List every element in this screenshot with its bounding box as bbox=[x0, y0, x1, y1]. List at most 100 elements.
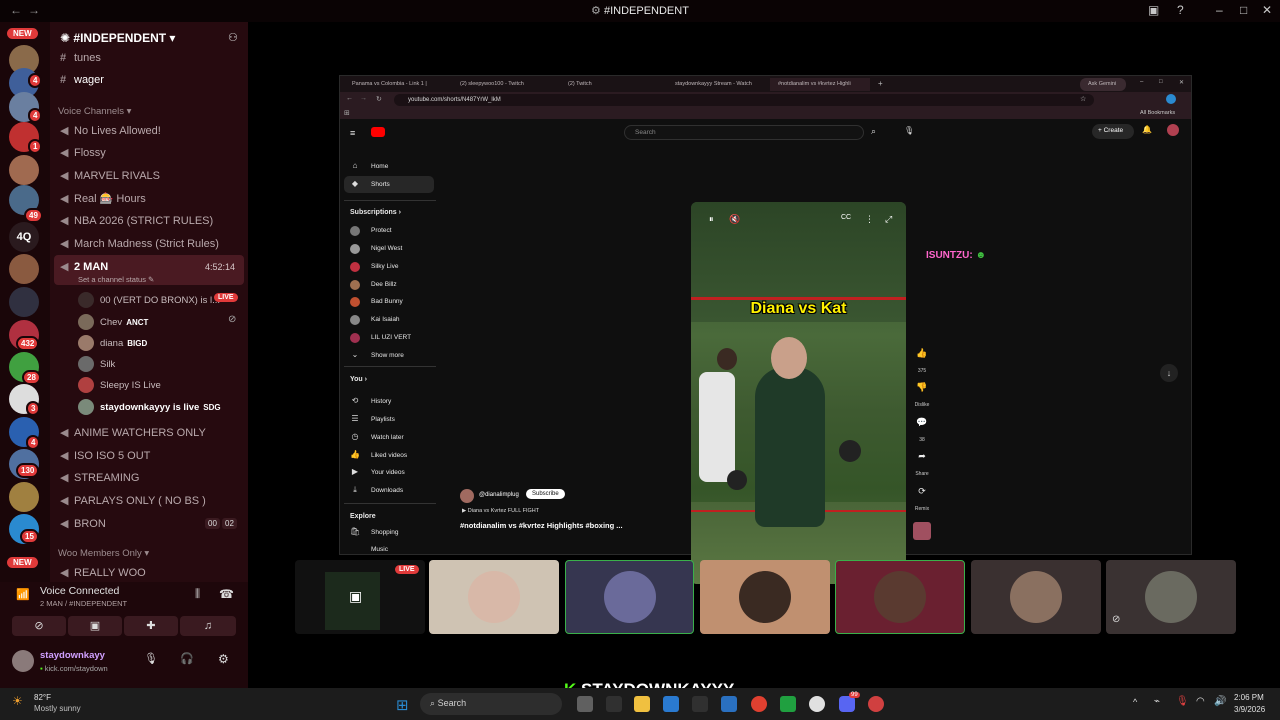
you-item[interactable]: History bbox=[371, 398, 391, 405]
subscription-item[interactable]: Kai Isaiah bbox=[371, 316, 400, 323]
noise-suppression-icon[interactable]: ⫼ bbox=[195, 588, 200, 601]
browser-tab[interactable]: (2) sleepywoo100 - Twitch bbox=[452, 78, 557, 91]
menu-icon[interactable]: ≡ bbox=[350, 128, 355, 138]
weather-temp[interactable]: 82°F bbox=[34, 693, 51, 702]
server-icon[interactable] bbox=[9, 482, 39, 512]
voice-channels-section[interactable]: Voice Channels ▾ bbox=[58, 106, 131, 117]
you-header[interactable]: You › bbox=[350, 376, 367, 383]
discord-icon[interactable] bbox=[839, 696, 855, 712]
app-icon[interactable] bbox=[780, 696, 796, 712]
voice-member[interactable]: 00 (VERT DO BRONX) is l... bbox=[78, 292, 220, 308]
chrome-icon[interactable] bbox=[751, 696, 767, 712]
voice-channel-active[interactable]: ◀ 2 MAN bbox=[60, 260, 108, 273]
search-input[interactable]: Search bbox=[624, 125, 864, 140]
close-icon[interactable]: ✕ bbox=[1262, 3, 1272, 17]
close-icon[interactable]: ✕ bbox=[1179, 79, 1184, 86]
maximize-icon[interactable]: □ bbox=[1159, 79, 1163, 85]
search-icon[interactable]: ⌕ bbox=[871, 126, 876, 137]
search-box[interactable]: ⌕ Search bbox=[420, 693, 562, 715]
mute-icon[interactable]: 🔇 bbox=[729, 214, 740, 225]
new-tab-icon[interactable]: + bbox=[878, 79, 883, 88]
profile-avatar[interactable] bbox=[1167, 124, 1179, 136]
channel-status[interactable]: Set a channel status ✎ bbox=[78, 275, 154, 284]
voice-channel-path[interactable]: 2 MAN / #INDEPENDENT bbox=[40, 599, 127, 608]
subscription-item[interactable]: Bad Bunny bbox=[371, 298, 403, 305]
voice-member[interactable]: Sleepy IS Live bbox=[78, 377, 161, 393]
app-icon[interactable] bbox=[721, 696, 737, 712]
voice-channel[interactable]: ◀ STREAMING bbox=[60, 471, 139, 484]
file-explorer-icon[interactable] bbox=[634, 696, 650, 712]
wifi-icon[interactable]: ◠ bbox=[1196, 696, 1205, 707]
server-icon[interactable] bbox=[9, 254, 39, 284]
voice-channel[interactable]: ◀ Real 🎰 Hours bbox=[60, 192, 146, 205]
channel-wager[interactable]: # wager bbox=[60, 74, 104, 86]
back-icon[interactable]: ← bbox=[346, 95, 353, 102]
server-header[interactable]: ✺ #INDEPENDENT ▾ bbox=[60, 31, 175, 45]
subscription-item[interactable]: Protect bbox=[371, 227, 392, 234]
disconnect-icon[interactable]: ☎ bbox=[219, 587, 234, 601]
create-button[interactable]: + Create bbox=[1092, 124, 1134, 139]
username[interactable]: staydownkayy bbox=[40, 650, 105, 661]
you-item[interactable]: Your videos bbox=[371, 469, 405, 476]
subscription-item[interactable]: LIL UZI VERT bbox=[371, 334, 411, 341]
more-options-icon[interactable]: ⋮ bbox=[865, 214, 874, 225]
clock-date[interactable]: 3/9/2026 bbox=[1234, 705, 1265, 714]
subscribe-button[interactable]: Subscribe bbox=[526, 489, 565, 499]
voice-member[interactable]: diana BIGD bbox=[78, 335, 147, 351]
apps-icon[interactable]: ⊞ bbox=[344, 109, 350, 117]
server-icon[interactable]: 4Q bbox=[9, 222, 39, 252]
browser-tab-active[interactable]: #notdianalim vs #kvrtez Highli bbox=[770, 78, 870, 91]
profile-avatar[interactable] bbox=[1166, 94, 1176, 104]
explore-item[interactable]: Shopping bbox=[371, 529, 398, 536]
microphone-icon[interactable]: 🎙 bbox=[904, 126, 914, 135]
webcam-tile-speaking[interactable] bbox=[565, 560, 694, 634]
voice-channel[interactable]: ◀ ISO ISO 5 OUT bbox=[60, 449, 150, 462]
voice-channel[interactable]: ◀ ANIME WATCHERS ONLY bbox=[60, 426, 206, 439]
you-item[interactable]: Downloads bbox=[371, 487, 403, 494]
camera-off-button[interactable]: ⊘ bbox=[12, 616, 66, 636]
captions-icon[interactable]: CC bbox=[841, 214, 851, 221]
webcam-tile[interactable] bbox=[429, 560, 559, 634]
ask-gemini-button[interactable]: Ask Gemini bbox=[1080, 78, 1126, 91]
soundboard-button[interactable]: ♫ bbox=[180, 616, 236, 636]
all-bookmarks[interactable]: All Bookmarks bbox=[1140, 110, 1175, 116]
share-icon[interactable]: ➦ bbox=[913, 451, 931, 462]
browser-tab[interactable]: (2) Twitch bbox=[560, 78, 660, 91]
webcam-tile-speaking[interactable] bbox=[835, 560, 965, 634]
volume-icon[interactable]: 🔊 bbox=[1214, 696, 1226, 707]
you-item[interactable]: Playlists bbox=[371, 416, 395, 423]
settings-icon[interactable]: ⚙ bbox=[218, 652, 229, 666]
channel-handle[interactable]: @dianalimplug bbox=[479, 492, 519, 498]
voice-channel[interactable]: ◀ Flossy bbox=[60, 146, 106, 159]
youtube-logo-icon[interactable] bbox=[371, 127, 385, 137]
reload-icon[interactable]: ↻ bbox=[376, 95, 382, 103]
voice-member[interactable]: Chev ANCT bbox=[78, 314, 148, 330]
add-member-icon[interactable]: ⚇ bbox=[228, 31, 238, 44]
subscriptions-header[interactable]: Subscriptions › bbox=[350, 209, 401, 216]
edge-icon[interactable] bbox=[663, 696, 679, 712]
store-icon[interactable] bbox=[692, 696, 708, 712]
full-fight-link[interactable]: ▶ Diana vs Kvrtez FULL FIGHT bbox=[462, 508, 539, 514]
stream-tile[interactable]: ▣ LIVE bbox=[295, 560, 425, 634]
weather-desc[interactable]: Mostly sunny bbox=[34, 704, 81, 713]
nav-shorts[interactable]: Shorts bbox=[371, 181, 390, 188]
chevron-up-icon[interactable]: ^ bbox=[1133, 697, 1137, 707]
network-icon[interactable]: ⌁ bbox=[1154, 696, 1160, 707]
minimize-icon[interactable]: – bbox=[1216, 3, 1223, 17]
channel-avatar[interactable] bbox=[460, 489, 474, 503]
subscription-item[interactable]: Nigel West bbox=[371, 245, 402, 252]
voice-member[interactable]: Silk bbox=[78, 356, 115, 372]
server-icon[interactable] bbox=[9, 155, 39, 185]
fullscreen-icon[interactable]: ⤢ bbox=[885, 214, 892, 225]
voice-channel[interactable]: ◀ March Madness (Strict Rules) bbox=[60, 237, 219, 250]
headphones-icon[interactable]: 🎧 bbox=[180, 652, 194, 665]
next-video-icon[interactable]: ↓ bbox=[1160, 364, 1178, 382]
microphone-icon[interactable]: 🎙 bbox=[144, 652, 158, 665]
app-icon[interactable] bbox=[606, 696, 622, 712]
dislike-icon[interactable]: 👎 bbox=[913, 382, 931, 393]
like-icon[interactable]: 👍 bbox=[913, 348, 931, 359]
voice-status[interactable]: Voice Connected bbox=[40, 585, 119, 597]
activities-button[interactable]: ✚ bbox=[124, 616, 178, 636]
video-title[interactable]: #notdianalim vs #kvrtez Highlights #boxi… bbox=[460, 521, 623, 530]
voice-member[interactable]: staydownkayyy is live SDG bbox=[78, 399, 221, 415]
